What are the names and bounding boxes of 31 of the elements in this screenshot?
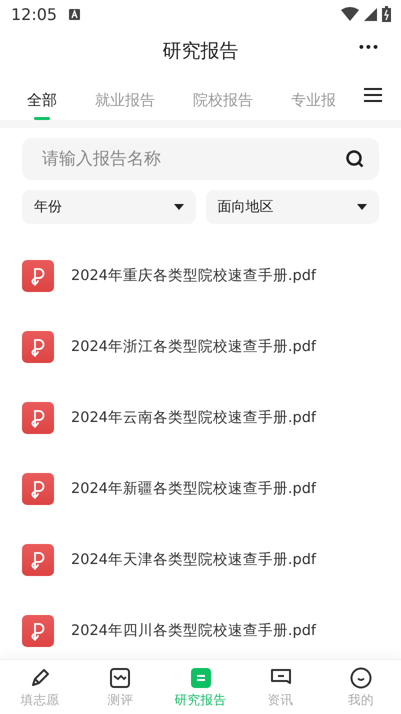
file-name[interactable]: 2024年浙江各类型院校速查手册.pdf (71, 337, 316, 356)
file-name[interactable]: 2024年新疆各类型院校速查手册.pdf (71, 479, 316, 498)
wifi-icon (341, 7, 359, 21)
pdf-file-icon (22, 330, 54, 362)
pdf-file-icon (22, 544, 54, 576)
menu-icon[interactable] (364, 88, 382, 102)
pdf-file-icon (22, 472, 54, 504)
more-button[interactable]: ••• (352, 40, 385, 55)
smiley-icon (348, 666, 373, 690)
caret-icon (174, 204, 184, 210)
pdf-file-icon (22, 402, 54, 434)
pdf-file-icon (22, 614, 54, 646)
category-tab[interactable]: 全部 (27, 84, 57, 120)
pdf-file-icon (22, 260, 54, 292)
document-icon (188, 666, 212, 690)
search-input[interactable]: 请输入报告名称 (40, 148, 345, 170)
status-time: 12:05 (11, 4, 58, 24)
search-icon[interactable] (345, 149, 365, 169)
signal-icon (364, 8, 377, 20)
page-title: 研究报告 (162, 39, 238, 64)
keyboard-icon (69, 8, 80, 20)
chart-icon (108, 666, 132, 690)
filter-dropdown[interactable]: 年份 (22, 190, 196, 224)
search-bar[interactable]: 请输入报告名称 (22, 138, 379, 180)
file-name[interactable]: 2024年天津各类型院校速查手册.pdf (71, 550, 316, 569)
caret-icon (357, 204, 367, 210)
filter-dropdown[interactable]: 面向地区 (206, 190, 379, 224)
file-name[interactable]: 2024年四川各类型院校速查手册.pdf (71, 621, 316, 640)
file-name[interactable]: 2024年重庆各类型院校速查手册.pdf (71, 266, 316, 285)
battery-icon (382, 6, 391, 22)
file-name[interactable]: 2024年云南各类型院校速查手册.pdf (71, 408, 316, 427)
